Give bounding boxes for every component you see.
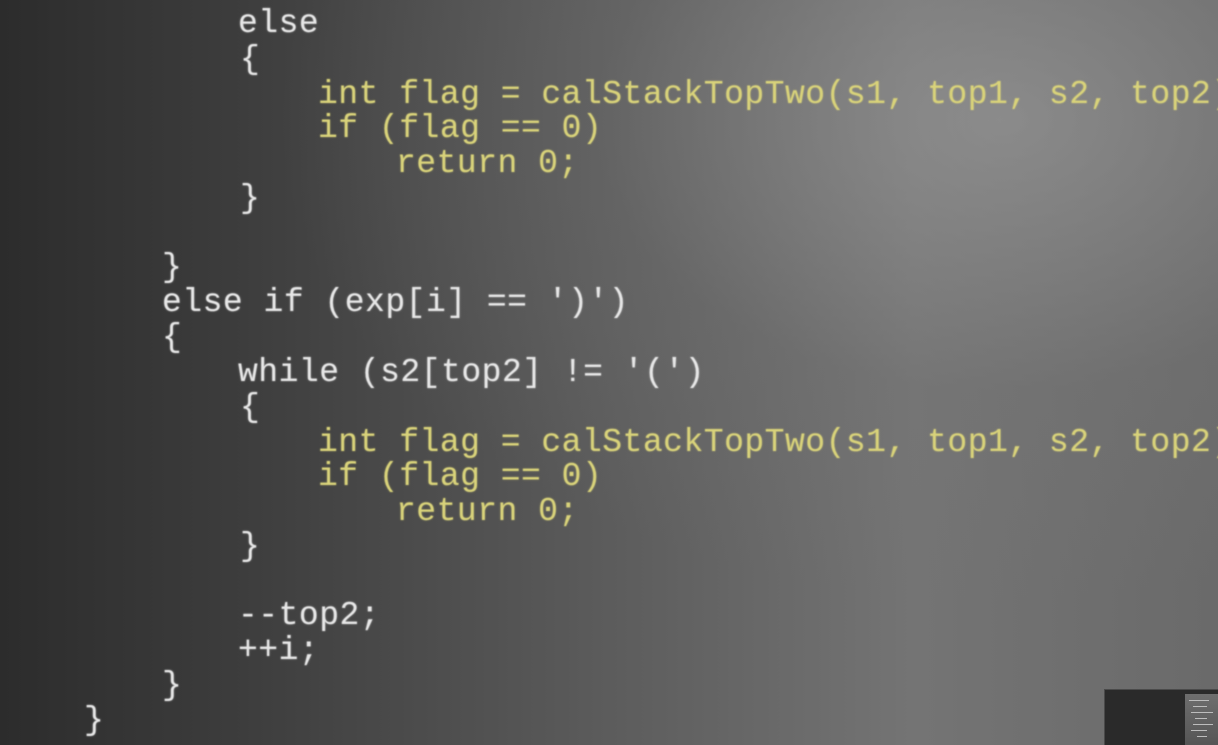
- code-line-int-flag: int flag = calStackTopTwo(s1, top1, s2, …: [318, 424, 1218, 461]
- thumbnail-text-line: [1195, 718, 1207, 719]
- code-line-close-brace: }: [162, 667, 183, 704]
- code-line-int-flag: int flag = calStackTopTwo(s1, top1, s2, …: [318, 76, 1218, 113]
- code-line-open-brace: {: [240, 389, 261, 426]
- code-line-return: return 0;: [396, 145, 579, 182]
- video-thumbnail-preview[interactable]: [1104, 689, 1218, 745]
- code-line-if-flag: if (flag == 0): [318, 458, 603, 495]
- code-line-if-flag: if (flag == 0): [318, 110, 603, 147]
- code-line-close-brace: }: [162, 249, 183, 286]
- thumbnail-text-line: [1193, 724, 1213, 725]
- thumbnail-slide-image: [1185, 694, 1218, 745]
- code-line-return: return 0;: [396, 493, 579, 530]
- code-slide: else { int flag = calStackTopTwo(s1, top…: [0, 0, 1218, 745]
- code-line-close-brace: }: [84, 702, 105, 739]
- thumbnail-text-line: [1197, 736, 1207, 737]
- code-line-close-brace: }: [240, 180, 261, 217]
- code-line-close-brace: }: [240, 528, 261, 565]
- code-line-increment-i: ++i;: [238, 632, 320, 669]
- code-block: else { int flag = calStackTopTwo(s1, top…: [0, 0, 1218, 745]
- code-line-while: while (s2[top2] != '('): [238, 354, 705, 391]
- code-line-open-brace: {: [240, 41, 261, 78]
- code-line-open-brace: {: [162, 319, 183, 356]
- thumbnail-text-line: [1193, 706, 1207, 707]
- thumbnail-text-line: [1191, 712, 1213, 713]
- code-line-else: else: [238, 5, 320, 42]
- code-line-decrement-top2: --top2;: [238, 597, 381, 634]
- thumbnail-text-line: [1191, 730, 1207, 731]
- code-line-else-if: else if (exp[i] == ')'): [162, 284, 629, 321]
- thumbnail-text-line: [1189, 700, 1209, 701]
